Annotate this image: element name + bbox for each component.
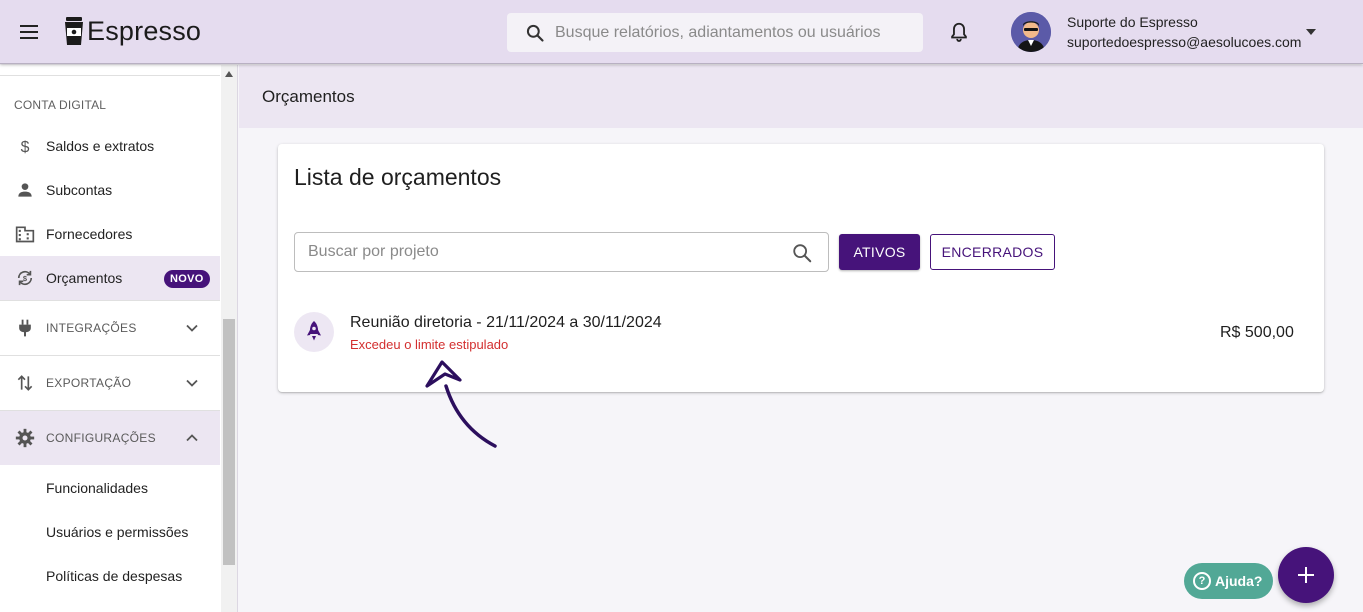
sort-arrows-icon xyxy=(17,375,33,391)
card-title: Lista de orçamentos xyxy=(294,164,502,190)
global-search-input[interactable] xyxy=(555,13,915,52)
sidebar: CONTA DIGITAL $ Saldos e extratos Subcon… xyxy=(0,65,238,612)
sidebar-item-orcamentos[interactable]: $ Orçamentos NOVO xyxy=(0,256,220,300)
sidebar-group-exportacao[interactable]: EXPORTAÇÃO xyxy=(0,361,220,405)
filter-active-button[interactable]: ATIVOS xyxy=(839,234,920,270)
notifications-bell-icon[interactable] xyxy=(948,21,970,43)
annotation-arrow xyxy=(425,360,497,448)
chevron-down-icon xyxy=(186,324,198,332)
project-search[interactable] xyxy=(294,232,829,272)
gear-icon xyxy=(15,428,35,448)
sidebar-group-integracoes[interactable]: INTEGRAÇÕES xyxy=(0,306,220,350)
scroll-up-arrow-icon[interactable] xyxy=(225,71,233,77)
plug-icon xyxy=(19,319,31,337)
sidebar-item-label: Saldos e extratos xyxy=(46,138,155,154)
plus-icon-bar xyxy=(1305,567,1307,583)
top-app-bar: Espresso Suporte do Espresso suportedoes… xyxy=(0,0,1363,64)
project-search-input[interactable] xyxy=(308,233,778,271)
dollar-icon: $ xyxy=(21,139,30,156)
budget-row[interactable]: Reunião diretoria - 21/11/2024 a 30/11/2… xyxy=(278,300,1324,362)
search-icon xyxy=(526,24,544,42)
budget-avatar xyxy=(294,312,334,352)
budget-list-card: Lista de orçamentos ATIVOS ENCERRADOS Re… xyxy=(278,144,1324,392)
budget-status: Excedeu o limite estipulado xyxy=(350,337,509,352)
add-fab-button[interactable] xyxy=(1278,547,1334,603)
sidebar-divider xyxy=(0,300,220,301)
budget-title: Reunião diretoria - 21/11/2024 a 30/11/2… xyxy=(350,314,662,331)
sidebar-divider xyxy=(0,75,220,76)
sidebar-item-label: Fornecedores xyxy=(46,226,133,242)
question-mark-icon: ? xyxy=(1193,572,1211,590)
help-label: Ajuda? xyxy=(1215,573,1263,589)
global-search[interactable] xyxy=(507,13,923,52)
user-menu-caret-icon[interactable] xyxy=(1306,29,1316,35)
app-logo[interactable]: Espresso xyxy=(64,14,201,48)
page-title: Orçamentos xyxy=(262,87,355,106)
sidebar-section-conta-digital: CONTA DIGITAL xyxy=(14,98,107,112)
sidebar-group-label: CONFIGURAÇÕES xyxy=(46,431,156,445)
help-button[interactable]: ? Ajuda? xyxy=(1184,563,1273,599)
svg-text:$: $ xyxy=(21,139,30,156)
sidebar-item-fornecedores[interactable]: Fornecedores xyxy=(0,212,220,256)
sidebar-item-subcontas[interactable]: Subcontas xyxy=(0,168,220,212)
scrollbar-thumb[interactable] xyxy=(223,319,235,565)
search-icon[interactable] xyxy=(791,242,813,264)
page-header xyxy=(239,65,1363,128)
sidebar-group-configuracoes[interactable]: CONFIGURAÇÕES xyxy=(0,411,220,465)
sidebar-item-label: Orçamentos xyxy=(46,270,123,286)
sidebar-subitem-politicas-despesas[interactable]: Políticas de despesas xyxy=(46,568,182,584)
user-name: Suporte do Espresso xyxy=(1067,14,1198,30)
app-name: Espresso xyxy=(87,15,202,46)
hamburger-menu-icon[interactable] xyxy=(18,22,42,42)
user-avatar-illustration xyxy=(1011,12,1051,52)
chevron-down-icon xyxy=(186,379,198,387)
budget-sync-icon: $ xyxy=(17,270,33,286)
user-email: suportedoespresso@aesolucoes.com xyxy=(1067,34,1302,50)
sidebar-divider xyxy=(0,355,220,356)
rocket-icon xyxy=(307,321,321,341)
building-icon xyxy=(15,226,35,243)
sidebar-item-saldos[interactable]: $ Saldos e extratos xyxy=(0,124,220,168)
sidebar-group-label: EXPORTAÇÃO xyxy=(46,376,132,390)
person-icon xyxy=(18,183,32,197)
sidebar-item-label: Subcontas xyxy=(46,182,113,198)
budget-amount: R$ 500,00 xyxy=(1220,324,1294,341)
chevron-up-icon xyxy=(186,434,198,442)
sidebar-group-label: INTEGRAÇÕES xyxy=(46,321,137,335)
filter-closed-button[interactable]: ENCERRADOS xyxy=(930,234,1055,270)
coffee-cup-icon xyxy=(65,17,83,45)
new-badge: NOVO xyxy=(164,270,210,288)
user-avatar[interactable] xyxy=(1011,12,1051,52)
sidebar-subitem-funcionalidades[interactable]: Funcionalidades xyxy=(46,480,148,496)
sidebar-subitem-usuarios-permissoes[interactable]: Usuários e permissões xyxy=(46,524,188,540)
